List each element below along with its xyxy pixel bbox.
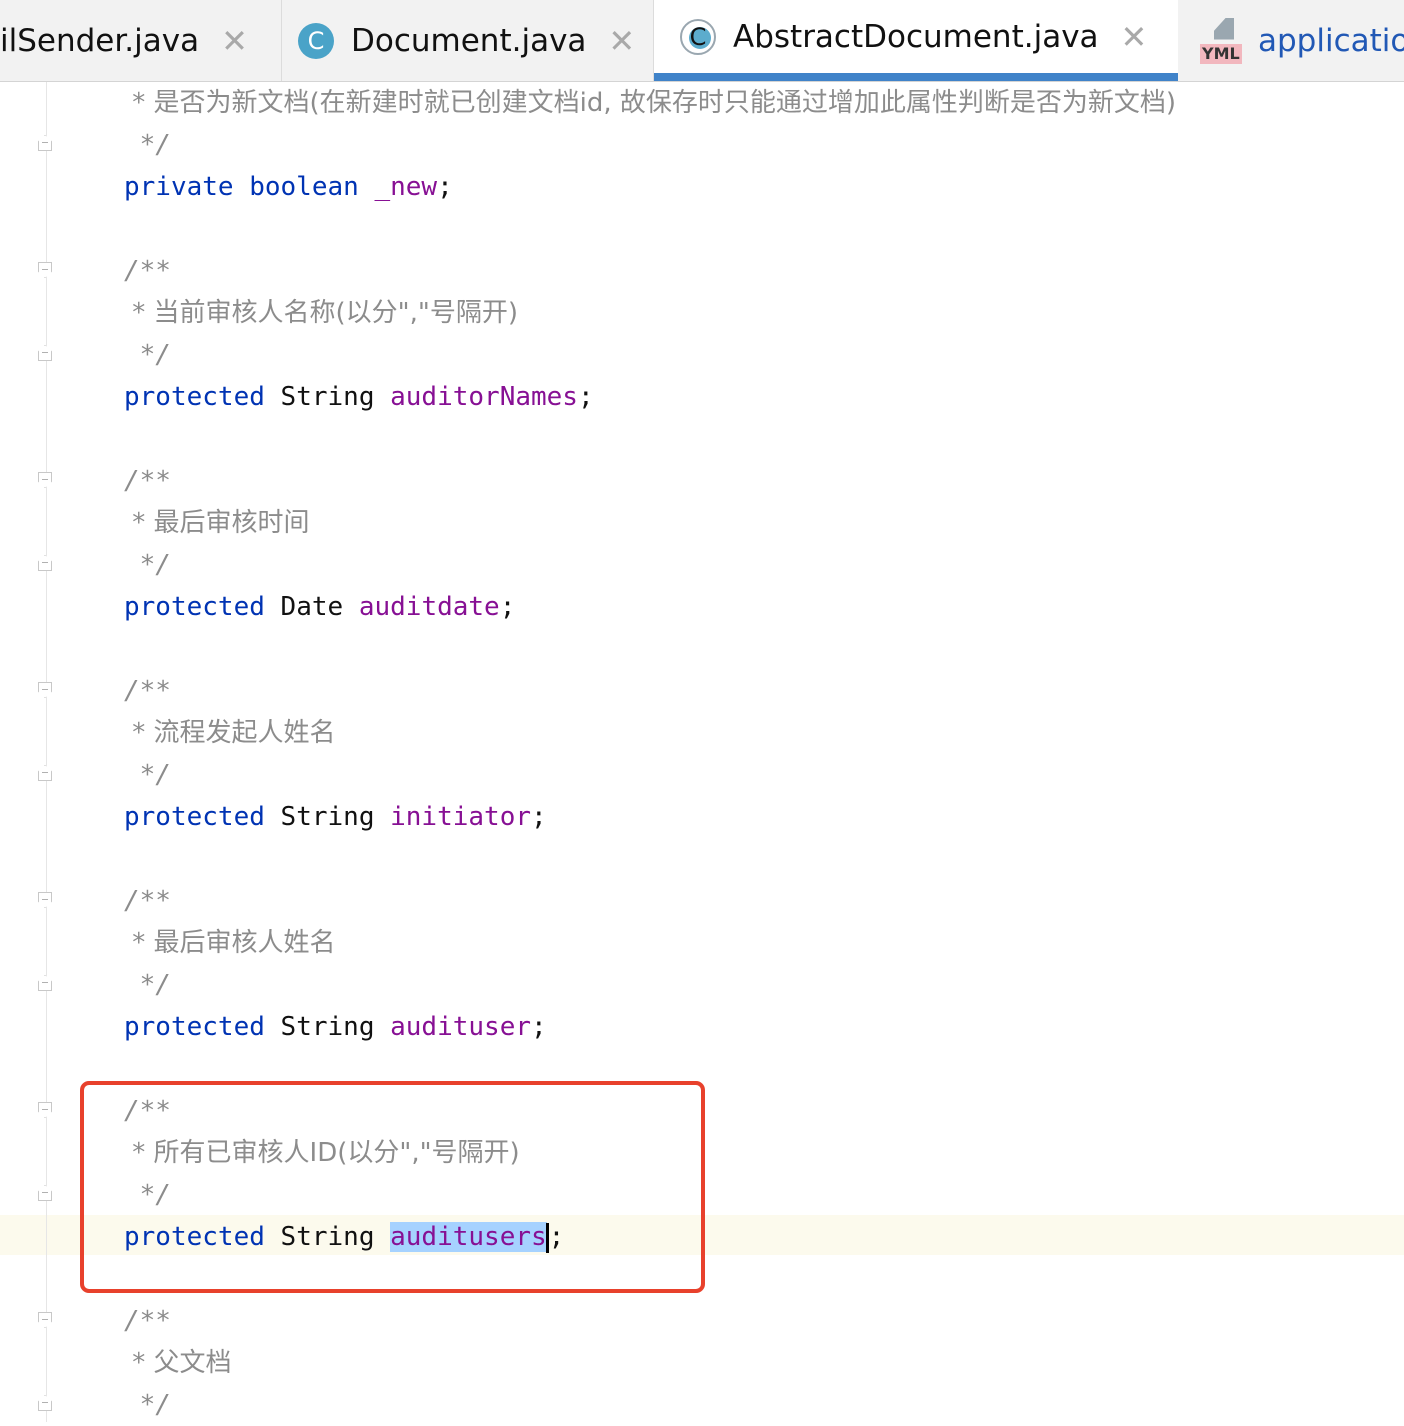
code-comment-line: /**: [124, 466, 171, 496]
fold-marker-icon[interactable]: [38, 472, 52, 488]
code-comment-line: * 当前审核人名称(以分","号隔开): [124, 298, 518, 328]
code-comment-line: * 最后审核时间: [124, 508, 310, 538]
tab-label: applicatio: [1258, 22, 1404, 59]
code-comment-line: * 最后审核人姓名: [124, 928, 336, 958]
tab-label: Document.java: [351, 22, 587, 59]
fold-marker-icon[interactable]: [38, 555, 52, 571]
code-comment-line: */: [124, 550, 171, 580]
yml-file-icon: YML: [1200, 17, 1246, 64]
code-comment-line: /**: [124, 1306, 171, 1336]
close-icon[interactable]: ✕: [608, 25, 635, 57]
tab-application-yml[interactable]: YML applicatio: [1200, 0, 1404, 81]
fold-marker-icon[interactable]: [38, 975, 52, 991]
code-comment-line: */: [124, 1390, 171, 1420]
close-icon[interactable]: ✕: [221, 25, 248, 57]
fold-marker-icon[interactable]: [38, 1312, 52, 1328]
fold-marker-icon[interactable]: [38, 262, 52, 278]
gutter: [46, 82, 47, 1422]
code-comment-line: */: [124, 760, 171, 790]
tab-abstractdocument[interactable]: C AbstractDocument.java ✕: [654, 0, 1178, 81]
fold-marker-icon[interactable]: [38, 345, 52, 361]
abstract-class-icon: C: [680, 18, 716, 55]
code-declaration-line: protected String initiator;: [124, 802, 547, 832]
code-declaration-line: protected Date auditdate;: [124, 592, 516, 622]
tab-label: AbstractDocument.java: [733, 18, 1099, 55]
code-editor[interactable]: * 是否为新文档(在新建时就已创建文档id, 故保存时只能通过增加此属性判断是否…: [0, 82, 1404, 1422]
fold-marker-icon[interactable]: [38, 1185, 52, 1201]
code-comment-line: */: [124, 970, 171, 1000]
code-comment-line: * 流程发起人姓名: [124, 718, 336, 748]
code-comment-line: * 是否为新文档(在新建时就已创建文档id, 故保存时只能通过增加此属性判断是否…: [124, 88, 1177, 118]
code-comment-line: */: [124, 130, 171, 160]
fold-marker-icon[interactable]: [38, 135, 52, 151]
highlight-annotation-box: [80, 1081, 705, 1293]
code-declaration-line: protected String audituser;: [124, 1012, 547, 1042]
fold-marker-icon[interactable]: [38, 682, 52, 698]
tab-document[interactable]: C Document.java ✕: [282, 0, 654, 81]
editor-tab-bar: ilSender.java ✕ C Document.java ✕ C Abst…: [0, 0, 1404, 82]
tab-label: ilSender.java: [0, 22, 200, 59]
code-comment-line: */: [124, 340, 171, 370]
tab-ilsender[interactable]: ilSender.java ✕: [0, 0, 282, 81]
code-comment-line: /**: [124, 886, 171, 916]
code-comment-line: * 父文档: [124, 1348, 232, 1378]
fold-marker-icon[interactable]: [38, 1102, 52, 1118]
code-comment-line: /**: [124, 256, 171, 286]
close-icon[interactable]: ✕: [1121, 21, 1148, 53]
class-icon: C: [298, 22, 334, 59]
fold-marker-icon[interactable]: [38, 1395, 52, 1411]
code-comment-line: /**: [124, 676, 171, 706]
fold-marker-icon[interactable]: [38, 765, 52, 781]
code-declaration-line: private boolean _new;: [124, 172, 453, 202]
code-declaration-line: protected String auditorNames;: [124, 382, 594, 412]
fold-marker-icon[interactable]: [38, 892, 52, 908]
